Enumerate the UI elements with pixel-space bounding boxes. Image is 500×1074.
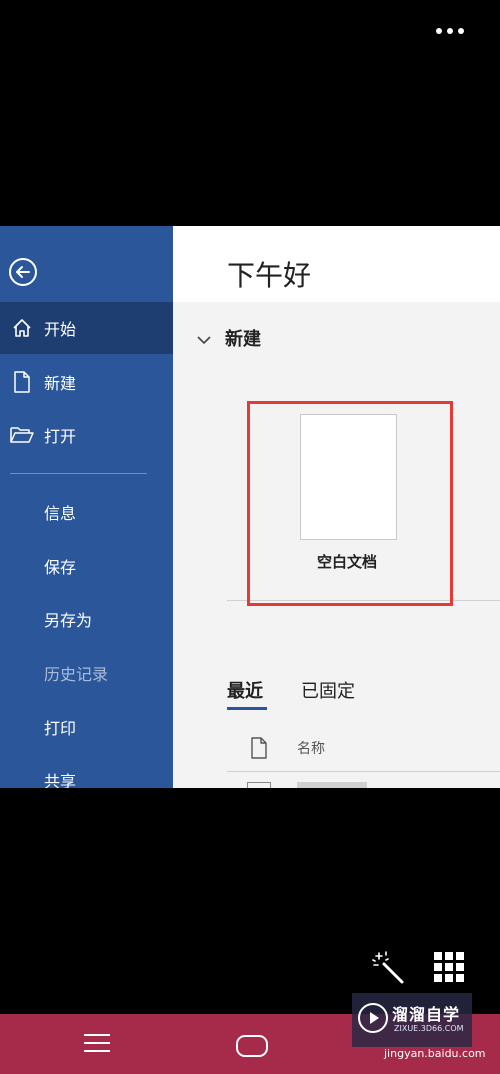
sidebar-item-print[interactable]: 打印 [44, 715, 76, 739]
new-document-icon [0, 371, 44, 393]
sidebar-divider [10, 473, 147, 474]
tab-underline [227, 707, 267, 710]
file-type-icon [250, 737, 268, 759]
watermark: 溜溜自学 ZIXUE.3D66.COM [352, 993, 472, 1047]
back-arrow-icon [9, 258, 37, 286]
collapse-section-button[interactable] [197, 330, 211, 345]
more-dots-icon [447, 28, 453, 34]
document-icon [247, 782, 271, 788]
sidebar-item-save-as[interactable]: 另存为 [44, 607, 92, 631]
word-app-screen: 开始 新建 打开 信息 保存 另存为 历史记录 打印 共享 下午好 新建 空白文… [0, 226, 500, 788]
watermark-site: jingyan.baidu.com [384, 1047, 486, 1060]
sidebar-item-history: 历史记录 [44, 665, 109, 684]
back-button[interactable] [8, 257, 38, 287]
section-title-new: 新建 [225, 329, 261, 350]
list-item[interactable] [297, 782, 367, 788]
highlight-annotation-box [247, 401, 453, 606]
grid-menu-button[interactable] [434, 952, 464, 982]
home-button[interactable] [236, 1035, 268, 1057]
magic-wand-button[interactable] [370, 950, 406, 986]
menu-button[interactable] [84, 1034, 110, 1054]
sidebar-item-save[interactable]: 保存 [44, 554, 76, 578]
tab-pinned[interactable]: 已固定 [301, 677, 355, 703]
watermark-title: 溜溜自学 [392, 1005, 461, 1024]
sidebar-item-label: 打开 [44, 427, 77, 446]
tab-recent[interactable]: 最近 [227, 677, 263, 703]
sidebar-item-label: 新建 [44, 374, 77, 393]
play-logo-icon [358, 1003, 388, 1033]
column-header-name: 名称 [297, 741, 325, 757]
more-dots-icon [436, 28, 442, 34]
watermark-subtitle: ZIXUE.3D66.COM [394, 1024, 464, 1033]
sidebar-item-new[interactable]: 新建 [0, 356, 173, 408]
main-header: 下午好 [173, 226, 500, 302]
main-panel: 下午好 新建 空白文档 最近 已固定 名称 [173, 226, 500, 788]
sidebar-item-open[interactable]: 打开 [0, 409, 173, 461]
sidebar-item-info[interactable]: 信息 [44, 500, 76, 524]
sidebar-item-start[interactable]: 开始 [0, 302, 173, 354]
sidebar: 开始 新建 打开 信息 保存 另存为 历史记录 打印 共享 [0, 226, 173, 788]
chevron-down-icon [197, 336, 211, 345]
more-dots-icon [458, 28, 464, 34]
folder-open-icon [0, 426, 44, 444]
more-options-button[interactable] [430, 22, 470, 40]
list-divider [227, 771, 500, 772]
sidebar-item-label: 开始 [44, 320, 77, 339]
home-icon [0, 317, 44, 339]
menu-icon [84, 1034, 110, 1036]
sidebar-item-share[interactable]: 共享 [44, 768, 76, 788]
page-title: 下午好 [227, 259, 312, 292]
magic-wand-icon [372, 951, 404, 984]
grid-icon [434, 952, 442, 960]
